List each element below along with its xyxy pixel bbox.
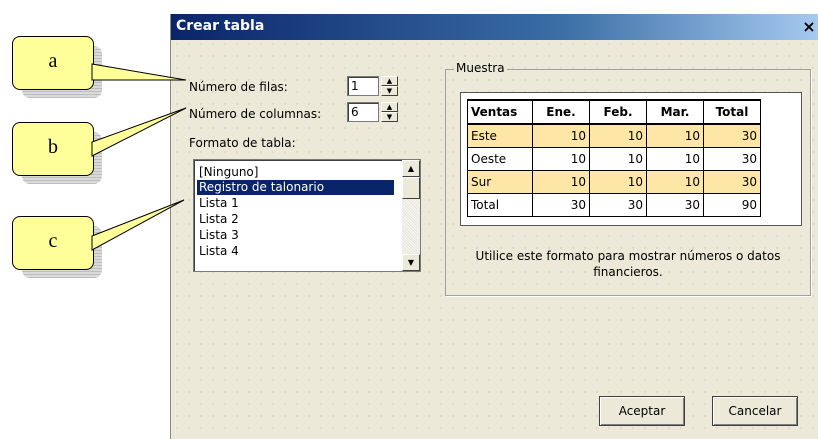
cols-label: Número de columnas: — [189, 107, 322, 121]
cols-down-arrow-icon[interactable]: ▼ — [381, 112, 398, 122]
aceptar-button[interactable]: Aceptar — [599, 396, 685, 426]
sample-table: Ventas Ene. Feb. Mar. Total Este 10 10 1… — [467, 99, 761, 217]
table-cell: 10 — [532, 123, 590, 148]
rows-input[interactable]: 1 — [347, 76, 379, 96]
list-item[interactable]: [Ninguno] — [197, 165, 394, 180]
rows-up-arrow-icon[interactable]: ▲ — [381, 76, 398, 86]
table-cell: 10 — [532, 147, 590, 171]
list-item-selected[interactable]: Registro de talonario — [197, 180, 394, 195]
list-item[interactable]: Lista 4 — [197, 244, 394, 259]
table-row: Este 10 10 10 30 — [467, 123, 761, 148]
list-item[interactable]: Lista 1 — [197, 196, 394, 211]
table-cell: 30 — [532, 193, 590, 217]
table-cell: 30 — [703, 170, 761, 194]
header-cell: Ventas — [467, 99, 533, 125]
format-description: Utilice este formato para mostrar número… — [475, 249, 781, 279]
row-label: Este — [467, 123, 533, 148]
crear-tabla-dialog: Crear tabla × Número de filas: 1 ▲ ▼ Núm… — [170, 14, 818, 439]
header-cell: Ene. — [532, 99, 590, 125]
table-cell: 10 — [589, 147, 647, 171]
table-cell: 90 — [703, 193, 761, 217]
callout-c-box: c — [12, 216, 94, 270]
scroll-up-arrow-icon[interactable]: ▲ — [402, 160, 420, 177]
header-cell: Feb. — [589, 99, 647, 125]
rows-label: Número de filas: — [189, 80, 288, 94]
table-row: Oeste 10 10 10 30 — [467, 147, 761, 171]
table-header-row: Ventas Ene. Feb. Mar. Total — [467, 99, 761, 125]
row-label: Oeste — [467, 147, 533, 171]
table-cell: 10 — [646, 123, 704, 148]
listbox-scrollbar[interactable]: ▲ ▼ — [402, 160, 420, 271]
dialog-title: Crear tabla — [176, 18, 265, 34]
table-cell: 30 — [589, 193, 647, 217]
header-cell: Total — [703, 99, 761, 125]
table-cell: 10 — [532, 170, 590, 194]
table-cell: 30 — [703, 147, 761, 171]
row-label: Sur — [467, 170, 533, 194]
table-row: Sur 10 10 10 30 — [467, 170, 761, 194]
rows-down-arrow-icon[interactable]: ▼ — [381, 86, 398, 96]
rows-stepper[interactable]: 1 ▲ ▼ — [347, 76, 399, 96]
list-item[interactable]: Lista 3 — [197, 228, 394, 243]
cols-stepper[interactable]: 6 ▲ ▼ — [347, 102, 399, 122]
table-cell: 10 — [589, 170, 647, 194]
sample-preview: Ventas Ene. Feb. Mar. Total Este 10 10 1… — [460, 92, 802, 226]
table-cell: 10 — [646, 147, 704, 171]
close-icon[interactable]: × — [799, 17, 818, 37]
table-cell: 30 — [703, 123, 761, 148]
sample-group-label: Muestra — [454, 61, 507, 75]
scroll-thumb[interactable] — [402, 177, 420, 199]
table-cell: 10 — [589, 123, 647, 148]
table-cell: 30 — [646, 193, 704, 217]
cols-up-arrow-icon[interactable]: ▲ — [381, 102, 398, 112]
cols-input[interactable]: 6 — [347, 102, 379, 122]
callout-b-box: b — [12, 122, 94, 176]
format-listbox[interactable]: [Ninguno] Registro de talonario Lista 1 … — [193, 159, 421, 272]
title-bar: Crear tabla × — [171, 14, 818, 40]
table-row: Total 30 30 30 90 — [467, 193, 761, 217]
sample-group: Muestra Ventas Ene. Feb. Mar. Total Este… — [445, 61, 811, 296]
header-cell: Mar. — [646, 99, 704, 125]
table-cell: 10 — [646, 170, 704, 194]
row-label: Total — [467, 193, 533, 217]
cancelar-button[interactable]: Cancelar — [712, 396, 798, 426]
scroll-down-arrow-icon[interactable]: ▼ — [402, 254, 420, 271]
callout-a-box: a — [12, 36, 94, 90]
format-label: Formato de tabla: — [189, 136, 296, 150]
list-item[interactable]: Lista 2 — [197, 212, 394, 227]
